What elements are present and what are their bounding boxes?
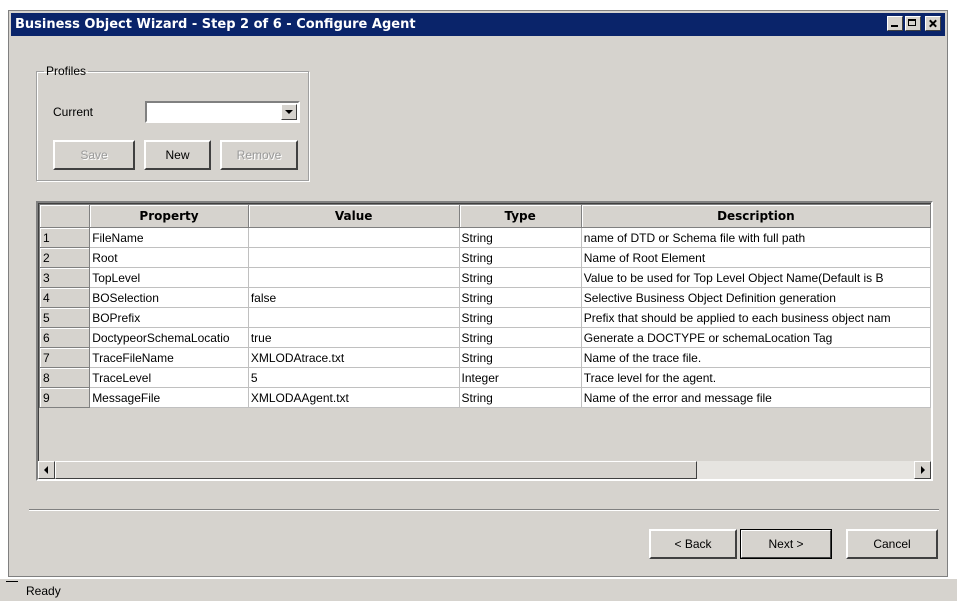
status-bar: Ready xyxy=(0,578,957,601)
column-header-rownum[interactable] xyxy=(39,204,91,228)
property-cell[interactable]: BOSelection xyxy=(89,287,249,308)
back-button[interactable]: < Back xyxy=(649,529,737,559)
value-cell[interactable]: true xyxy=(247,327,460,348)
type-cell[interactable]: String xyxy=(458,247,582,268)
table-row[interactable]: 3 TopLevel String Value to be used for T… xyxy=(39,267,931,288)
arrow-left-icon xyxy=(44,466,48,474)
window-title: Business Object Wizard - Step 2 of 6 - C… xyxy=(15,17,416,32)
description-cell[interactable]: Trace level for the agent. xyxy=(580,367,931,388)
value-cell[interactable]: 5 xyxy=(247,367,460,388)
property-cell[interactable]: TraceLevel xyxy=(89,367,249,388)
scrollbar-thumb[interactable] xyxy=(55,461,697,479)
description-cell[interactable]: Name of the trace file. xyxy=(580,347,931,368)
value-cell[interactable] xyxy=(247,267,460,288)
minimize-icon[interactable] xyxy=(887,16,903,31)
next-button[interactable]: Next > xyxy=(740,529,832,559)
properties-table: Property Value Type Description 1 FileNa… xyxy=(39,204,931,408)
property-cell[interactable]: MessageFile xyxy=(89,387,249,408)
description-cell[interactable]: Selective Business Object Definition gen… xyxy=(580,287,931,308)
value-cell[interactable]: false xyxy=(247,287,460,308)
wizard-window: Business Object Wizard - Step 2 of 6 - C… xyxy=(8,10,948,577)
title-bar[interactable]: Business Object Wizard - Step 2 of 6 - C… xyxy=(11,13,945,36)
row-number[interactable]: 2 xyxy=(39,247,91,268)
maximize-icon[interactable] xyxy=(905,16,921,31)
horizontal-scrollbar[interactable] xyxy=(38,461,931,479)
type-cell[interactable]: String xyxy=(458,227,582,248)
value-cell[interactable]: XMLODAAgent.txt xyxy=(247,387,460,408)
grip-icon xyxy=(6,581,18,582)
status-text: Ready xyxy=(26,584,61,598)
profiles-legend: Profiles xyxy=(46,64,87,78)
value-cell[interactable]: XMLODAtrace.txt xyxy=(247,347,460,368)
column-header-description[interactable]: Description xyxy=(580,204,931,228)
description-cell[interactable]: Name of the error and message file xyxy=(580,387,931,408)
value-cell[interactable] xyxy=(247,307,460,328)
column-header-property[interactable]: Property xyxy=(89,204,249,228)
description-cell[interactable]: name of DTD or Schema file with full pat… xyxy=(580,227,931,248)
description-cell[interactable]: Generate a DOCTYPE or schemaLocation Tag xyxy=(580,327,931,348)
description-cell[interactable]: Name of Root Element xyxy=(580,247,931,268)
property-cell[interactable]: FileName xyxy=(89,227,249,248)
row-number[interactable]: 6 xyxy=(39,327,91,348)
property-cell[interactable]: TopLevel xyxy=(89,267,249,288)
table-row[interactable]: 9 MessageFile XMLODAAgent.txt String Nam… xyxy=(39,387,931,408)
row-number[interactable]: 9 xyxy=(39,387,91,408)
description-cell[interactable]: Prefix that should be applied to each bu… xyxy=(580,307,931,328)
table-row[interactable]: 4 BOSelection false String Selective Bus… xyxy=(39,287,931,308)
dropdown-button[interactable] xyxy=(281,104,297,120)
value-cell[interactable] xyxy=(247,247,460,268)
scroll-right-button[interactable] xyxy=(914,461,931,479)
new-button[interactable]: New xyxy=(144,140,211,170)
profiles-group: Profiles Current Save New Remove xyxy=(36,64,309,181)
close-icon[interactable] xyxy=(925,16,941,31)
column-header-type[interactable]: Type xyxy=(458,204,582,228)
table-row[interactable]: 2 Root String Name of Root Element xyxy=(39,247,931,268)
property-cell[interactable]: DoctypeorSchemaLocatio xyxy=(89,327,249,348)
current-profile-select[interactable] xyxy=(145,101,300,123)
table-row[interactable]: 8 TraceLevel 5 Integer Trace level for t… xyxy=(39,367,931,388)
value-cell[interactable] xyxy=(247,227,460,248)
table-row[interactable]: 6 DoctypeorSchemaLocatio true String Gen… xyxy=(39,327,931,348)
type-cell[interactable]: String xyxy=(458,307,582,328)
divider xyxy=(29,509,939,511)
chevron-down-icon xyxy=(285,110,293,114)
remove-button[interactable]: Remove xyxy=(220,140,298,170)
type-cell[interactable]: String xyxy=(458,267,582,288)
properties-grid: Property Value Type Description 1 FileNa… xyxy=(36,201,933,481)
scroll-left-button[interactable] xyxy=(38,461,55,479)
table-row[interactable]: 5 BOPrefix String Prefix that should be … xyxy=(39,307,931,328)
column-header-value[interactable]: Value xyxy=(247,204,460,228)
row-number[interactable]: 8 xyxy=(39,367,91,388)
type-cell[interactable]: String xyxy=(458,347,582,368)
window-controls xyxy=(887,16,941,31)
type-cell[interactable]: Integer xyxy=(458,367,582,388)
property-cell[interactable]: BOPrefix xyxy=(89,307,249,328)
table-row[interactable]: 7 TraceFileName XMLODAtrace.txt String N… xyxy=(39,347,931,368)
description-cell[interactable]: Value to be used for Top Level Object Na… xyxy=(580,267,931,288)
row-number[interactable]: 1 xyxy=(39,227,91,248)
table-row[interactable]: 1 FileName String name of DTD or Schema … xyxy=(39,227,931,248)
current-label: Current xyxy=(53,105,94,119)
type-cell[interactable]: String xyxy=(458,327,582,348)
row-number[interactable]: 3 xyxy=(39,267,91,288)
row-number[interactable]: 4 xyxy=(39,287,91,308)
arrow-right-icon xyxy=(921,466,925,474)
type-cell[interactable]: String xyxy=(458,387,582,408)
type-cell[interactable]: String xyxy=(458,287,582,308)
row-number[interactable]: 5 xyxy=(39,307,91,328)
property-cell[interactable]: Root xyxy=(89,247,249,268)
cancel-button[interactable]: Cancel xyxy=(846,529,938,559)
row-number[interactable]: 7 xyxy=(39,347,91,368)
save-button[interactable]: Save xyxy=(53,140,135,170)
property-cell[interactable]: TraceFileName xyxy=(89,347,249,368)
